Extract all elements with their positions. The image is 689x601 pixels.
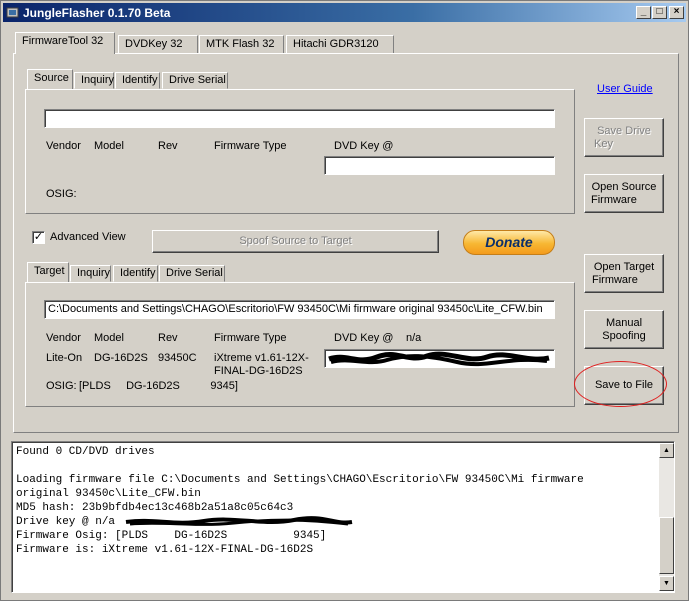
save-drive-key-line2: Key: [594, 137, 613, 150]
scroll-up-icon[interactable]: ▲: [659, 443, 674, 458]
close-icon[interactable]: ×: [669, 6, 684, 19]
app-window: JungleFlasher 0.1.70 Beta _ □ × Firmware…: [0, 0, 689, 601]
target-firmware-type-value-2: FINAL-DG-16D2S: [214, 365, 303, 377]
save-drive-key-button[interactable]: Save Drive Key: [584, 118, 664, 157]
log-line: Loading firmware file C:\Documents and S…: [16, 474, 584, 486]
target-rev-label: Rev: [158, 332, 178, 344]
source-vendor-label: Vendor: [46, 140, 81, 152]
redaction-scribble: [328, 351, 550, 367]
donate-button[interactable]: Donate: [463, 230, 555, 255]
tab-dvdkey[interactable]: DVDKey 32: [118, 35, 198, 54]
advanced-view-checkbox[interactable]: ✓: [32, 231, 45, 244]
log-output[interactable]: Found 0 CD/DVD drives Loading firmware f…: [11, 441, 675, 593]
tab-target[interactable]: Target: [27, 262, 69, 282]
spoof-source-to-target-button[interactable]: Spoof Source to Target: [152, 230, 439, 253]
target-dvd-key-field[interactable]: [324, 349, 555, 368]
minimize-icon[interactable]: _: [636, 6, 651, 19]
open-source-firmware-line2: Firmware: [591, 193, 637, 206]
log-redaction-scribble: [125, 516, 353, 526]
tab-mtk-flash[interactable]: MTK Flash 32: [199, 35, 284, 54]
target-firmware-type-label: Firmware Type: [214, 332, 287, 344]
tab-source-drive-serial[interactable]: Drive Serial: [162, 72, 228, 89]
source-firmware-type-label: Firmware Type: [214, 140, 287, 152]
target-path-field[interactable]: C:\Documents and Settings\CHAGO\Escritor…: [44, 300, 555, 319]
open-source-firmware-button[interactable]: Open Source Firmware: [584, 174, 664, 213]
target-dvd-key-label: DVD Key @: [334, 332, 394, 344]
advanced-view-label: Advanced View: [50, 231, 126, 243]
open-target-firmware-button[interactable]: Open Target Firmware: [584, 254, 664, 293]
user-guide-link[interactable]: User Guide: [597, 83, 653, 95]
manual-spoofing-line2: Spoofing: [602, 329, 646, 342]
log-scrollbar[interactable]: ▲ ▼: [659, 443, 674, 591]
maximize-icon[interactable]: □: [652, 6, 667, 19]
log-line: Found 0 CD/DVD drives: [16, 446, 155, 458]
target-model-value: DG-16D2S: [94, 352, 148, 364]
log-line: Firmware Osig: [PLDS DG-16D2S 9345]: [16, 530, 327, 542]
source-rev-label: Rev: [158, 140, 178, 152]
open-target-firmware-line1: Open Target: [593, 260, 655, 273]
save-drive-key-line1: Save Drive: [597, 124, 651, 137]
app-icon: [6, 7, 19, 18]
manual-spoofing-line1: Manual: [605, 316, 643, 329]
target-rev-value: 93450C: [158, 352, 197, 364]
source-model-label: Model: [94, 140, 124, 152]
open-target-firmware-line2: Firmware: [592, 273, 638, 286]
tab-source[interactable]: Source: [27, 69, 73, 89]
target-vendor-label: Vendor: [46, 332, 81, 344]
tab-hitachi[interactable]: Hitachi GDR3120: [286, 35, 394, 54]
tab-source-inquiry[interactable]: Inquiry: [74, 72, 114, 89]
annotation-circle: [574, 361, 667, 407]
log-line: original 93450c\Lite_CFW.bin: [16, 488, 201, 500]
log-line: MD5 hash: 23b9bfdb4ec13c468b2a51a8c05c64…: [16, 502, 294, 514]
source-path-field[interactable]: [44, 109, 555, 128]
source-dvd-key-field[interactable]: [324, 156, 555, 175]
window-title: JungleFlasher 0.1.70 Beta: [23, 6, 171, 20]
target-model-label: Model: [94, 332, 124, 344]
tab-target-identify[interactable]: Identify: [113, 265, 158, 282]
log-line: Drive key @ n/a: [16, 516, 116, 528]
tab-target-drive-serial[interactable]: Drive Serial: [159, 265, 225, 282]
tab-firmwaretool[interactable]: FirmwareTool 32: [15, 32, 115, 54]
target-dvd-key-at-value: n/a: [406, 332, 422, 344]
target-osig-value: [PLDS DG-16D2S 9345]: [79, 380, 238, 392]
manual-spoofing-button[interactable]: Manual Spoofing: [584, 310, 664, 349]
target-osig-label: OSIG:: [46, 380, 77, 392]
title-bar: JungleFlasher 0.1.70 Beta _ □ ×: [3, 3, 686, 22]
open-source-firmware-line1: Open Source: [591, 180, 657, 193]
tab-target-inquiry[interactable]: Inquiry: [70, 265, 111, 282]
source-dvd-key-label: DVD Key @: [334, 140, 394, 152]
target-vendor-value: Lite-On: [46, 352, 83, 364]
target-firmware-type-value-1: iXtreme v1.61-12X-: [214, 352, 309, 364]
source-osig-label: OSIG:: [46, 188, 77, 200]
log-line: Firmware is: iXtreme v1.61-12X-FINAL-DG-…: [16, 544, 314, 556]
scrollbar-thumb[interactable]: [659, 517, 674, 574]
tab-source-identify[interactable]: Identify: [115, 72, 160, 89]
scroll-down-icon[interactable]: ▼: [659, 576, 674, 591]
